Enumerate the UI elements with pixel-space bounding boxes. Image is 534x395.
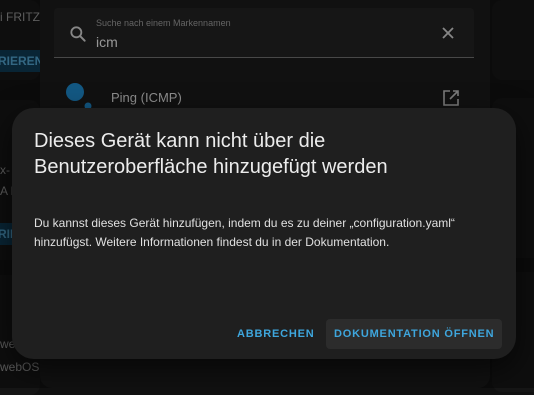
cancel-button[interactable]: ABBRECHEN	[229, 319, 322, 349]
open-documentation-button[interactable]: DOKUMENTATION ÖFFNEN	[326, 319, 503, 349]
dialog-title: Dieses Gerät kann nicht über die Benutze…	[34, 130, 388, 178]
dialog-body: Du kannst dieses Gerät hinzufügen, indem…	[34, 216, 455, 249]
alert-dialog: Dieses Gerät kann nicht über die Benutze…	[12, 108, 516, 359]
